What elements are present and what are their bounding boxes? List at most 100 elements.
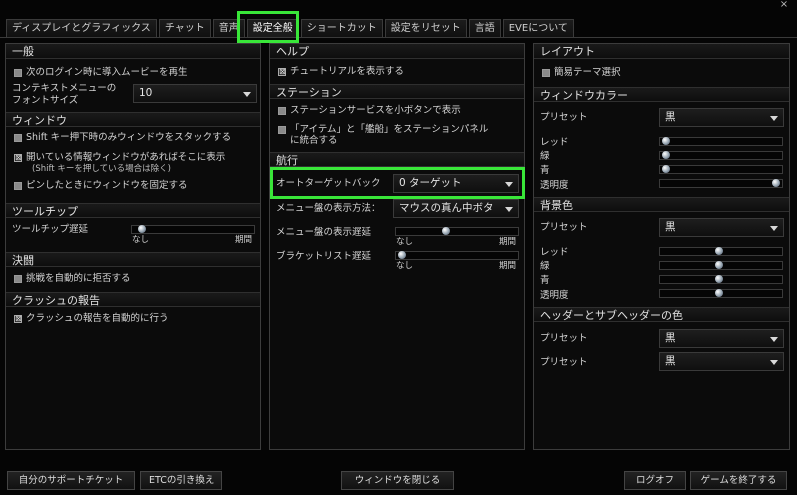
bg-preset-label: プリセット [540,222,588,233]
slider-knob[interactable] [715,247,723,255]
close-window-button[interactable]: ウィンドウを閉じる [341,471,454,490]
lock-pin-label: ピンしたときにウィンドウを固定する [26,180,188,191]
open-info-checkbox[interactable]: ⊠ [14,154,22,162]
tooltip-tick-max: 期間 [235,235,253,245]
open-info-label-line1: 開いている情報ウィンドウがあればそこに表示 [26,152,226,163]
station-integrate-label-line2: に統合する [290,135,338,146]
section-duel-title: 決闘 [6,252,260,267]
section-tooltip-title: ツールチップ [6,203,260,218]
context-font-label-line1: コンテキストメニューの [12,83,117,94]
slider-knob[interactable] [138,225,146,233]
close-icon[interactable]: × [777,0,791,10]
shift-stack-label: Shift キー押下時のみウィンドウをスタックする [26,132,232,143]
chevron-down-icon [770,116,778,121]
bg-preset-value: 黒 [665,221,676,233]
slider-knob[interactable] [662,151,670,159]
window-preset-value: 黒 [665,111,676,123]
bg-green-slider[interactable] [659,261,783,270]
slider-knob[interactable] [662,137,670,145]
tab-display-graphics[interactable]: ディスプレイとグラフィックス [6,19,157,37]
left-panel: 一般 次のログイン時に導入ムービーを再生 コンテキストメニューの フォントサイズ… [5,43,261,450]
bracket-delay-slider[interactable] [395,251,519,260]
station-small-buttons-checkbox[interactable] [278,107,286,115]
tooltip-delay-slider[interactable] [131,225,255,234]
slider-knob[interactable] [442,227,450,235]
auto-target-value: 0 ターゲット [399,177,462,189]
header-preset1-label: プリセット [540,333,588,344]
bg-green-label: 緑 [540,261,550,272]
shift-stack-checkbox[interactable] [14,134,22,142]
window-green-label: 緑 [540,151,550,162]
bracket-delay-tick-max: 期間 [499,261,517,271]
auto-reject-duel-checkbox[interactable] [14,275,22,283]
menu-delay-slider[interactable] [395,227,519,236]
show-tutorial-checkbox[interactable]: ⊠ [278,68,286,76]
slider-knob[interactable] [662,165,670,173]
etc-redeem-button[interactable]: ETCの引き換え [140,471,222,490]
bg-blue-label: 青 [540,275,550,286]
header-preset1-value: 黒 [665,332,676,344]
context-font-value: 10 [139,87,153,99]
section-bg-color-title: 背景色 [534,197,789,212]
show-tutorial-label: チュートリアルを表示する [290,66,404,77]
context-font-dropdown[interactable]: 10 [133,84,257,103]
chevron-down-icon [770,226,778,231]
bg-red-slider[interactable] [659,247,783,256]
bracket-delay-label: ブラケットリスト遅延 [276,251,372,262]
bracket-delay-tick-min: なし [396,261,414,271]
quit-game-button[interactable]: ゲームを終了する [690,471,787,490]
menu-method-dropdown[interactable]: マウスの真ん中ボタ [393,199,519,218]
section-crash-title: クラッシュの報告 [6,292,260,307]
chevron-down-icon [243,92,251,97]
section-layout-title: レイアウト [534,44,789,59]
chevron-down-icon [505,182,513,187]
bg-red-label: レッド [540,247,569,258]
slider-knob[interactable] [398,251,406,259]
section-general-title: 一般 [6,44,260,59]
station-integrate-checkbox[interactable] [278,126,286,134]
chevron-down-icon [770,360,778,365]
logoff-button[interactable]: ログオフ [624,471,686,490]
auto-crash-report-checkbox[interactable]: ⊠ [14,315,22,323]
tooltip-tick-min: なし [132,235,150,245]
section-header-color-title: ヘッダーとサブヘッダーの色 [534,307,789,322]
window-red-slider[interactable] [659,137,783,146]
slider-knob[interactable] [715,289,723,297]
window-alpha-slider[interactable] [659,179,783,188]
bg-blue-slider[interactable] [659,275,783,284]
bg-alpha-slider[interactable] [659,289,783,298]
menu-delay-label: メニュー盤の表示遅延 [276,227,372,238]
window-green-slider[interactable] [659,151,783,160]
menu-delay-tick-max: 期間 [499,237,517,247]
tab-chat[interactable]: チャット [158,19,211,37]
tab-reset-settings[interactable]: 設定をリセット [384,19,467,37]
slider-knob[interactable] [715,275,723,283]
tab-shortcuts[interactable]: ショートカット [300,19,383,37]
context-font-label-line2: フォントサイズ [12,95,79,106]
tab-language[interactable]: 言語 [468,19,501,37]
tab-bar: ディスプレイとグラフィックス チャット 音声 設定全般 ショートカット 設定をリ… [6,19,576,37]
auto-target-dropdown[interactable]: 0 ターゲット [393,174,519,193]
simple-theme-checkbox[interactable] [542,69,550,77]
auto-crash-report-label: クラッシュの報告を自動的に行う [26,313,169,324]
window-preset-dropdown[interactable]: 黒 [659,108,784,127]
tooltip-delay-label: ツールチップ遅延 [12,224,89,235]
intro-movie-checkbox[interactable] [14,69,22,77]
bg-preset-dropdown[interactable]: 黒 [659,218,784,237]
window-blue-slider[interactable] [659,165,783,174]
window-alpha-label: 透明度 [540,180,569,191]
slider-knob[interactable] [772,179,780,187]
simple-theme-label: 簡易テーマ選択 [554,67,621,78]
auto-reject-duel-label: 挑戦を自動的に拒否する [26,273,131,284]
slider-knob[interactable] [715,261,723,269]
tab-general-settings[interactable]: 設定全般 [246,19,299,37]
tab-divider [0,37,797,38]
header-preset1-dropdown[interactable]: 黒 [659,329,784,348]
support-ticket-button[interactable]: 自分のサポートチケット [7,471,135,490]
window-preset-label: プリセット [540,112,588,123]
lock-pin-checkbox[interactable] [14,182,22,190]
middle-panel: ヘルプ ⊠ チュートリアルを表示する ステーション ステーションサービスを小ボタ… [269,43,525,450]
tab-audio[interactable]: 音声 [212,19,245,37]
tab-about-eve[interactable]: EVEについて [502,19,574,37]
header-preset2-dropdown[interactable]: 黒 [659,352,784,371]
